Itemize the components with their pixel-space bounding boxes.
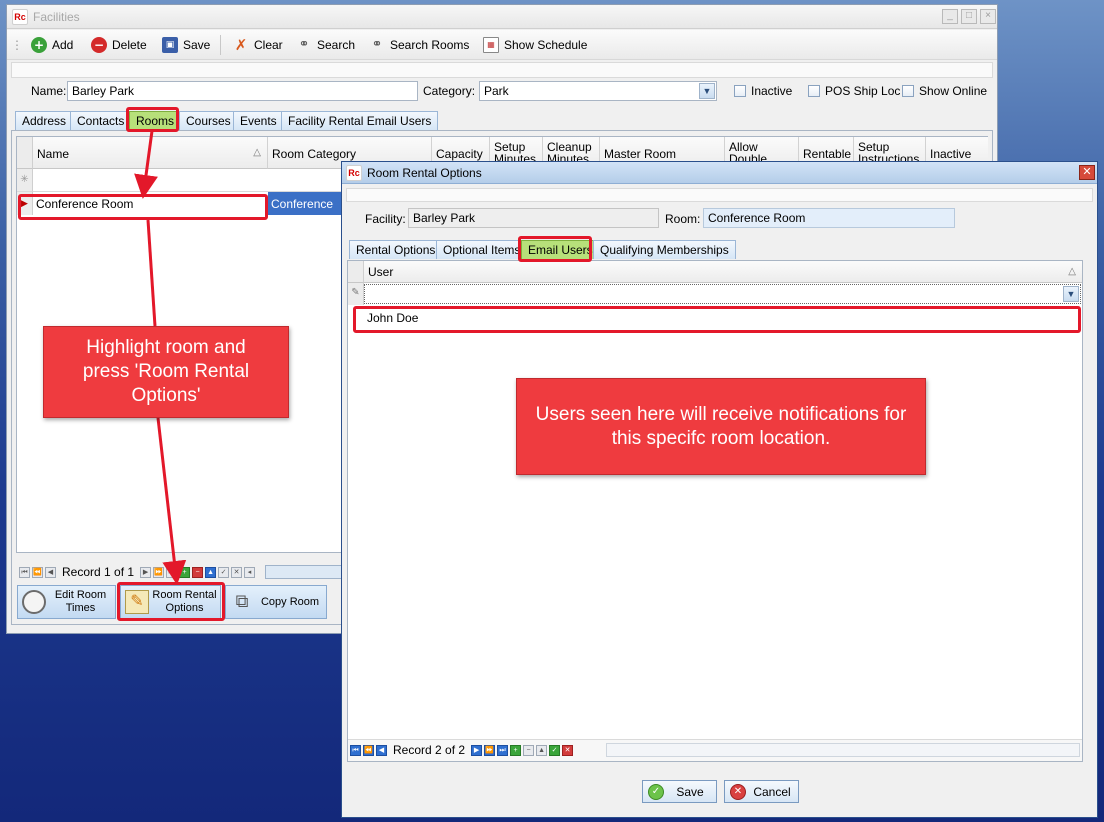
- callout-users-notifications: Users seen here will receive notificatio…: [516, 378, 926, 475]
- highlight-rooms-tab: [126, 107, 179, 132]
- arrow-rooms-tab-to-row: [134, 130, 158, 199]
- highlight-john-doe-row: [353, 306, 1081, 333]
- arrow-row-to-callout: [146, 219, 157, 327]
- highlight-email-users-tab: [518, 236, 592, 262]
- callout-highlight-room: Highlight room and press 'Room Rental Op…: [43, 326, 289, 418]
- highlight-conference-room-row: [18, 194, 268, 220]
- arrow-callout-to-button: [156, 417, 187, 585]
- highlight-room-rental-options-button: [117, 582, 225, 621]
